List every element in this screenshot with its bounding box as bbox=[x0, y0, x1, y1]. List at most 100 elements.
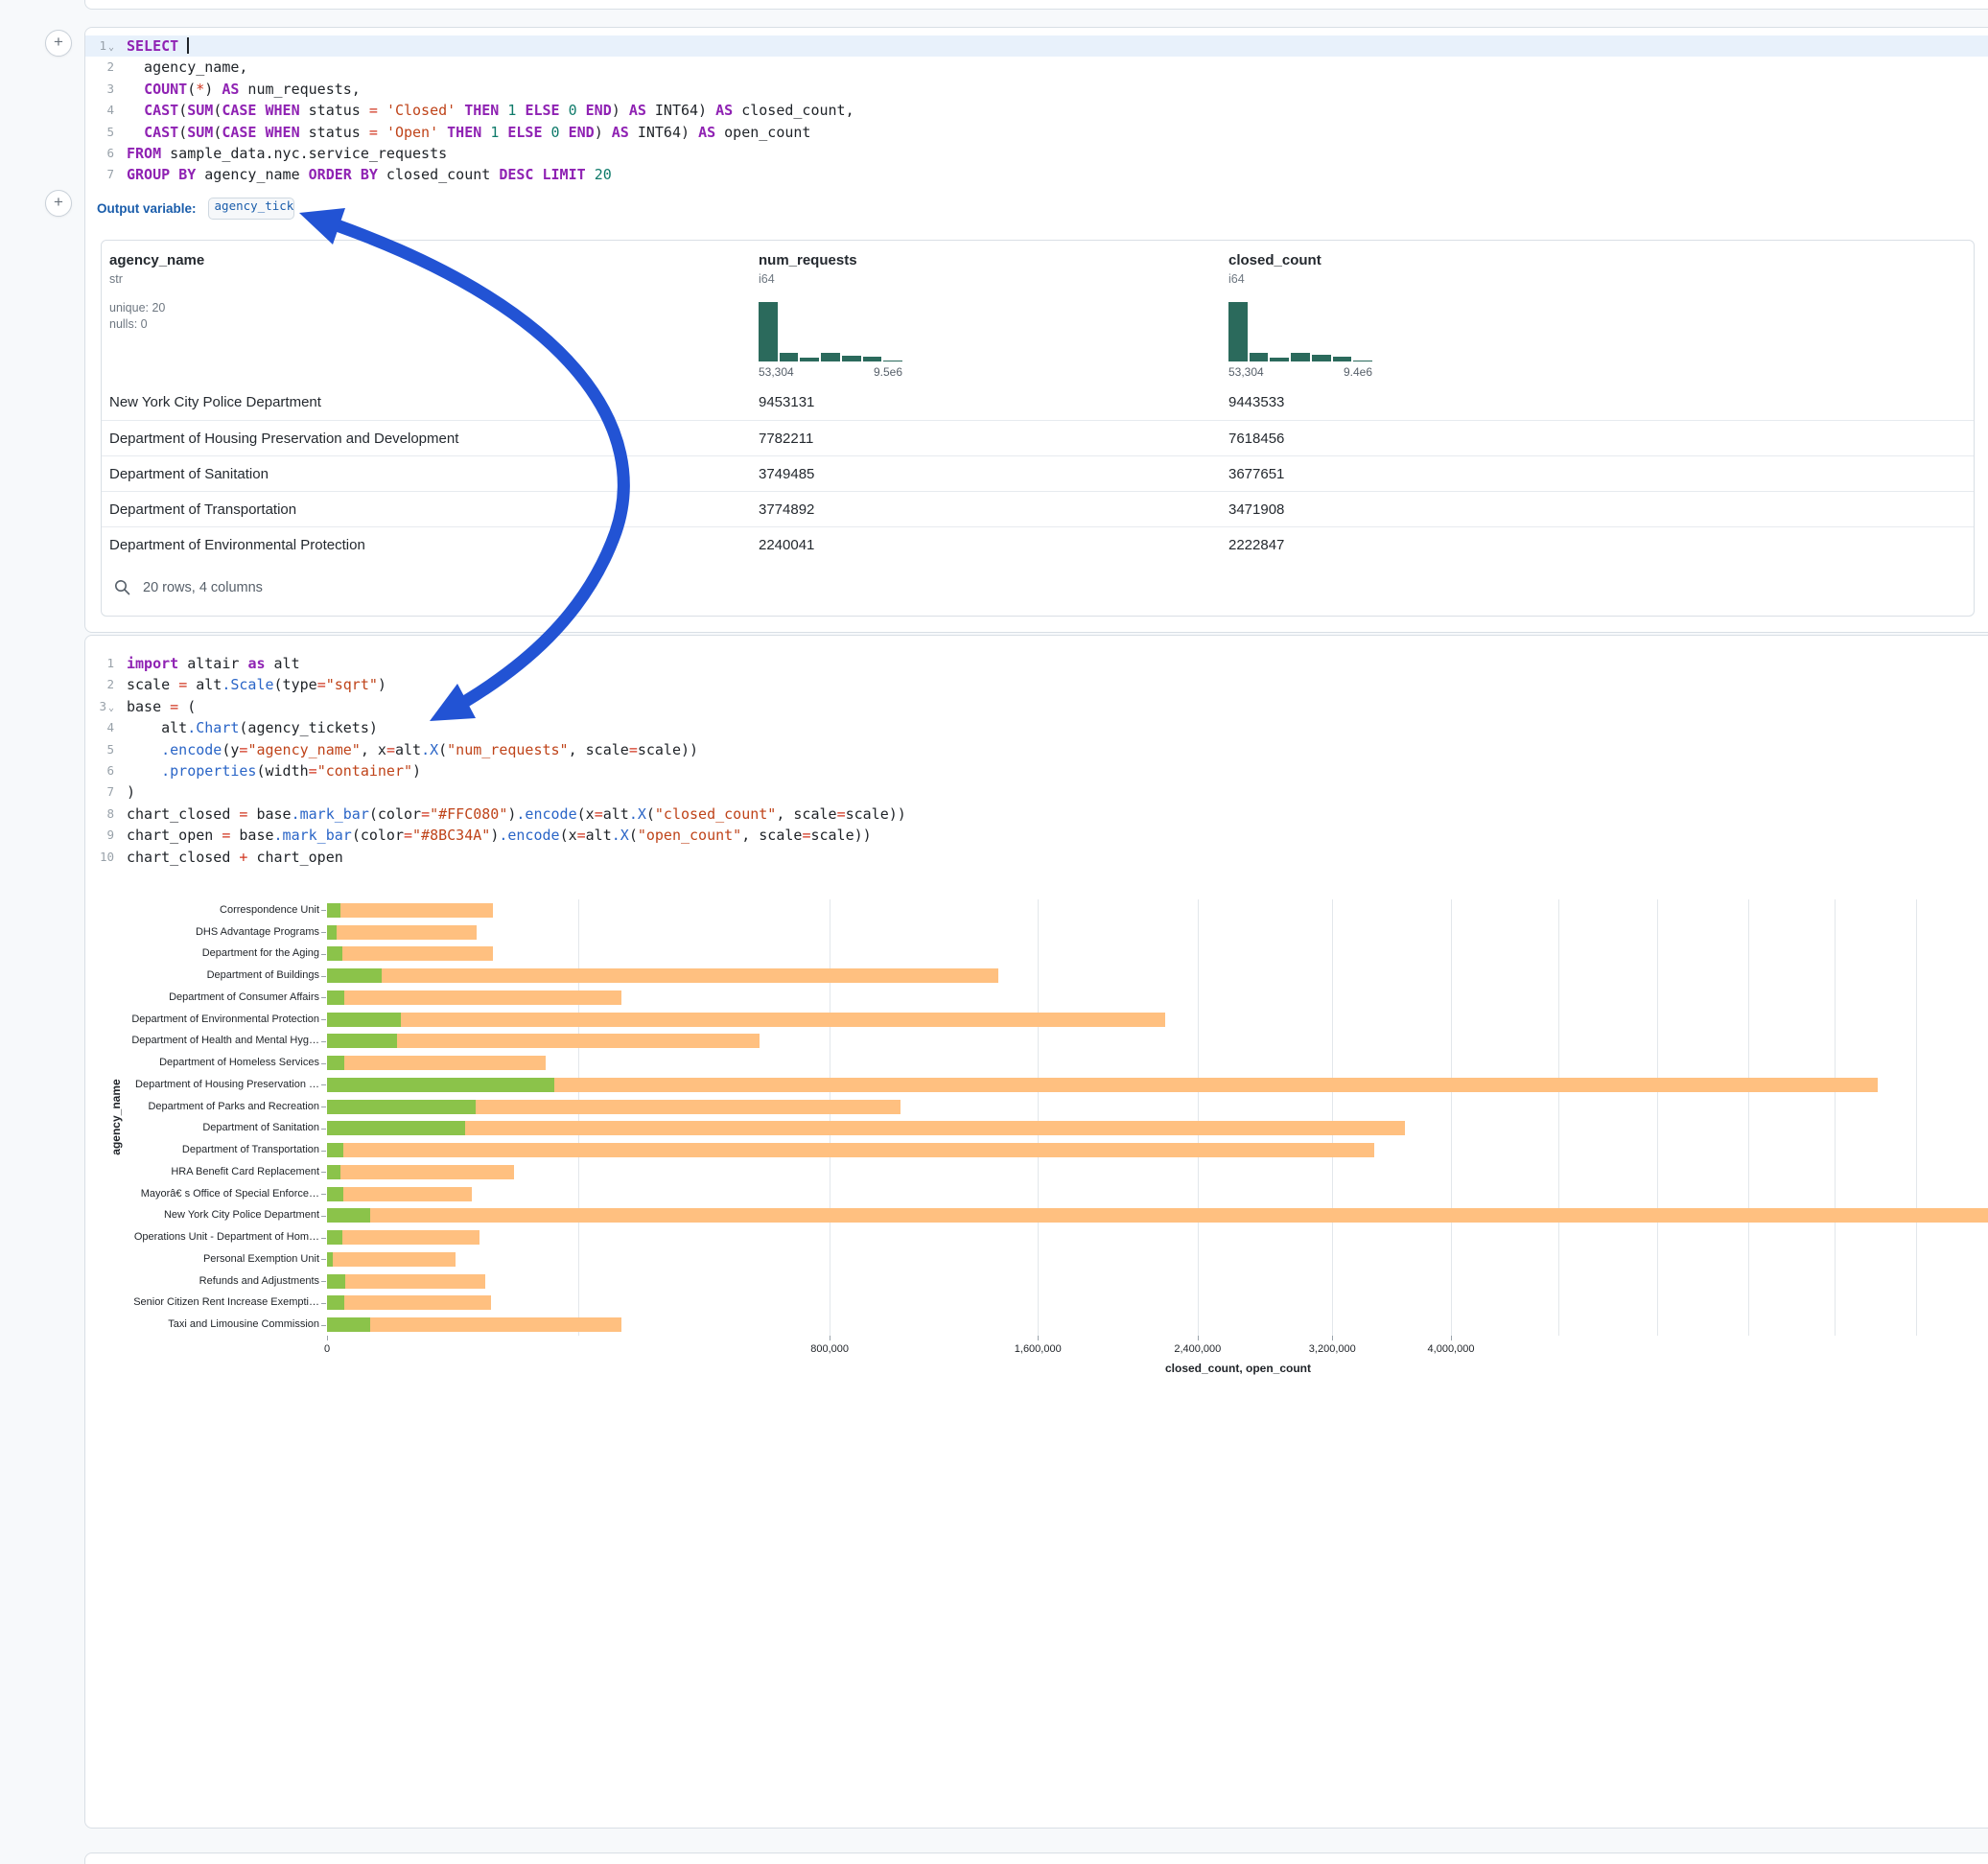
y-tick bbox=[321, 1325, 326, 1326]
code-line[interactable]: 3 COUNT(*) AS num_requests, bbox=[85, 79, 1988, 100]
bar-open-count bbox=[327, 1034, 397, 1048]
column-histogram bbox=[1228, 302, 1372, 361]
bar-open-count bbox=[327, 1013, 401, 1027]
x-axis-label: 4,000,000 bbox=[1393, 1343, 1509, 1355]
python-cell: 1import altair as alt2scale = alt.Scale(… bbox=[84, 635, 1988, 1829]
y-axis-label: Correspondence Unit bbox=[99, 904, 319, 916]
y-tick bbox=[321, 1259, 326, 1260]
bar-open-count bbox=[327, 1252, 333, 1267]
y-axis-label: Senior Citizen Rent Increase Exempti… bbox=[99, 1296, 319, 1308]
bar-closed-count bbox=[327, 1078, 1878, 1092]
table-row[interactable]: Department of Sanitation37494853677651 bbox=[102, 455, 1974, 492]
x-tick bbox=[1038, 1336, 1039, 1340]
y-tick bbox=[321, 1303, 326, 1304]
table-row[interactable]: New York City Police Department945313194… bbox=[102, 384, 1974, 420]
output-variable-chip[interactable]: agency_tickets bbox=[208, 198, 294, 220]
code-line[interactable]: 5 CAST(SUM(CASE WHEN status = 'Open' THE… bbox=[85, 122, 1988, 143]
line-number: 1⌄ bbox=[85, 35, 114, 58]
histogram-range: 53,3049.5e6 bbox=[759, 365, 902, 379]
y-tick bbox=[321, 954, 326, 955]
add-cell-button[interactable]: + bbox=[45, 190, 72, 217]
y-axis-label: Department of Parks and Recreation bbox=[99, 1101, 319, 1112]
code-line[interactable]: 4 CAST(SUM(CASE WHEN status = 'Closed' T… bbox=[85, 100, 1988, 121]
notebook-page: + + 1⌄SELECT 2 agency_name,3 COUNT(*) AS… bbox=[0, 0, 1988, 1864]
bar-closed-count bbox=[327, 1317, 621, 1332]
x-axis-title: closed_count, open_count bbox=[327, 1362, 1988, 1375]
gridline bbox=[1657, 899, 1658, 1336]
y-axis-label: Department of Consumer Affairs bbox=[99, 991, 319, 1003]
y-axis-label: Operations Unit - Department of Hom… bbox=[99, 1231, 319, 1243]
column-header-closed_count[interactable]: closed_counti6453,3049.4e6 bbox=[1228, 252, 1321, 286]
bar-open-count bbox=[327, 990, 344, 1005]
bar-open-count bbox=[327, 1121, 465, 1135]
code-line[interactable]: 2 agency_name, bbox=[85, 57, 1988, 78]
sql-code-editor[interactable]: 1⌄SELECT 2 agency_name,3 COUNT(*) AS num… bbox=[85, 35, 1988, 189]
bar-closed-count bbox=[327, 1121, 1405, 1135]
column-stat: unique: 20 bbox=[109, 301, 204, 315]
y-tick bbox=[321, 932, 326, 933]
table-footer: 20 rows, 4 columns bbox=[102, 562, 1974, 616]
gridline bbox=[1198, 899, 1199, 1336]
bar-open-count bbox=[327, 1056, 344, 1070]
bar-open-count bbox=[327, 1143, 343, 1157]
column-stat: nulls: 0 bbox=[109, 317, 204, 331]
bar-open-count bbox=[327, 1100, 476, 1114]
x-tick bbox=[1198, 1336, 1199, 1340]
fold-chevron-icon[interactable]: ⌄ bbox=[108, 42, 114, 53]
histogram-range: 53,3049.4e6 bbox=[1228, 365, 1372, 379]
x-axis-label: 0 bbox=[269, 1343, 385, 1355]
table-row[interactable]: Department of Housing Preservation and D… bbox=[102, 420, 1974, 456]
bar-closed-count bbox=[327, 925, 477, 940]
search-icon[interactable] bbox=[114, 579, 130, 595]
column-header-agency_name[interactable]: agency_namestrunique: 20nulls: 0 bbox=[109, 252, 204, 331]
bar-closed-count bbox=[327, 1295, 491, 1310]
bar-closed-count bbox=[327, 1143, 1374, 1157]
bar-open-count bbox=[327, 968, 382, 983]
line-number: 6 bbox=[85, 143, 114, 164]
y-axis-label: HRA Benefit Card Replacement bbox=[99, 1166, 319, 1177]
x-tick bbox=[1332, 1336, 1333, 1340]
table-row[interactable]: Department of Environmental Protection22… bbox=[102, 526, 1974, 563]
code-line[interactable]: 6FROM sample_data.nyc.service_requests bbox=[85, 143, 1988, 164]
bar-open-count bbox=[327, 946, 342, 961]
column-header-num_requests[interactable]: num_requestsi6453,3049.5e6 bbox=[759, 252, 857, 286]
y-tick bbox=[321, 1281, 326, 1282]
table-row[interactable]: Department of Transportation377489234719… bbox=[102, 491, 1974, 527]
y-tick bbox=[321, 1238, 326, 1239]
bar-open-count bbox=[327, 1317, 370, 1332]
bar-closed-count bbox=[327, 1208, 1988, 1223]
y-tick bbox=[321, 910, 326, 911]
y-axis-label: New York City Police Department bbox=[99, 1209, 319, 1221]
bar-open-count bbox=[327, 1208, 370, 1223]
bar-closed-count bbox=[327, 1252, 456, 1267]
code-line[interactable]: 1⌄SELECT bbox=[85, 35, 1988, 57]
y-tick bbox=[321, 1041, 326, 1042]
x-tick bbox=[327, 1336, 328, 1340]
y-tick bbox=[321, 997, 326, 998]
results-table: agency_namestrunique: 20nulls: 0num_requ… bbox=[101, 240, 1975, 617]
bar-closed-count bbox=[327, 1187, 472, 1201]
y-tick bbox=[321, 1216, 326, 1217]
y-axis-label: Personal Exemption Unit bbox=[99, 1253, 319, 1265]
table-header: agency_namestrunique: 20nulls: 0num_requ… bbox=[102, 241, 1974, 385]
bar-open-count bbox=[327, 925, 337, 940]
code-line[interactable]: 7GROUP BY agency_name ORDER BY closed_co… bbox=[85, 164, 1988, 185]
y-axis-label: Taxi and Limousine Commission bbox=[99, 1318, 319, 1330]
y-axis-label: Department of Sanitation bbox=[99, 1122, 319, 1133]
x-axis-label: 3,200,000 bbox=[1275, 1343, 1390, 1355]
y-tick bbox=[321, 1019, 326, 1020]
x-tick bbox=[1451, 1336, 1452, 1340]
add-cell-button[interactable]: + bbox=[45, 30, 72, 57]
bar-open-count bbox=[327, 1274, 345, 1289]
bar-closed-count bbox=[327, 1165, 514, 1179]
gridline bbox=[1451, 899, 1452, 1336]
x-axis-label: 2,400,000 bbox=[1140, 1343, 1255, 1355]
y-axis-label: Department of Homeless Services bbox=[99, 1057, 319, 1068]
gridline bbox=[1748, 899, 1749, 1336]
previous-cell-edge bbox=[84, 0, 1988, 10]
output-variable-label: Output variable: bbox=[97, 201, 197, 216]
y-tick bbox=[321, 1063, 326, 1064]
x-axis-label: 800,000 bbox=[772, 1343, 887, 1355]
line-number: 2 bbox=[85, 57, 114, 78]
column-histogram bbox=[759, 302, 902, 361]
